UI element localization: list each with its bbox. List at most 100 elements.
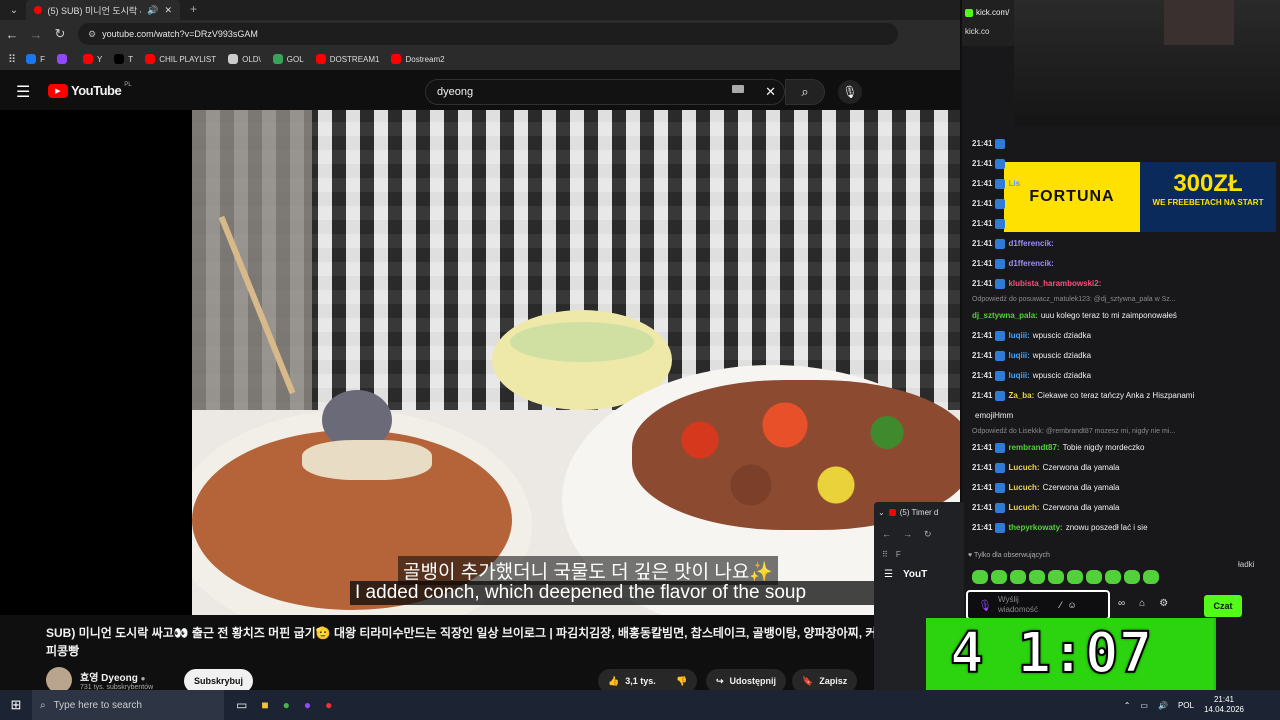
chat-username[interactable]: Lucuch:: [1008, 498, 1039, 518]
mini-facebook-icon[interactable]: F: [896, 550, 901, 559]
taskbar-search[interactable]: ⌕ Type here to search: [32, 690, 224, 720]
site-info-icon[interactable]: ⚙: [88, 29, 96, 40]
chat-message[interactable]: 21:41 Lucuch: Czerwona dla yamala: [962, 458, 1280, 478]
mini-back-icon[interactable]: ←: [882, 529, 891, 540]
mini-tab-list-icon[interactable]: ⌄: [878, 508, 885, 517]
bookmark-item[interactable]: F: [26, 54, 45, 64]
search-input[interactable]: dyeong ✕: [425, 79, 785, 105]
chat-message[interactable]: 21:41 d1fferencik:: [962, 254, 1280, 274]
chat-message[interactable]: emojiHmm: [962, 406, 1280, 426]
bookmark-item[interactable]: [56, 54, 71, 64]
bookmark-item[interactable]: Dostream2: [391, 54, 445, 64]
browser-tab-youtube[interactable]: (5) SUB) 미니언 도시락 싸 🔊 ✕: [26, 0, 180, 20]
tab-list-button[interactable]: ⌄: [2, 0, 26, 22]
chat-message[interactable]: 21:41 luqiii: wpuscic dziadka: [962, 366, 1280, 386]
chat-input[interactable]: 🎙 Wyślij wiadomość ⁄ ☺: [966, 590, 1110, 620]
chat-message[interactable]: 21:41 Lucuch: Czerwona dla yamala: [962, 498, 1280, 518]
chat-message[interactable]: 21:41 Lucuch: Czerwona dla yamala: [962, 478, 1280, 498]
voice-search-button[interactable]: 🎙: [838, 80, 862, 104]
chat-message[interactable]: dj_sztywna_pala: uuu kolego teraz to mi z…: [962, 306, 1280, 326]
commands-icon[interactable]: ⁄: [1060, 600, 1062, 610]
language-indicator[interactable]: POL: [1178, 701, 1194, 710]
menu-icon[interactable]: ☰: [16, 82, 30, 102]
search-button[interactable]: ⌕: [785, 79, 825, 105]
forward-icon[interactable]: →: [24, 22, 48, 46]
microphone-icon[interactable]: 🎙: [978, 599, 992, 612]
emote-icon[interactable]: [972, 570, 988, 584]
chat-username[interactable]: d1fferencik:: [1008, 234, 1053, 254]
task-view-icon[interactable]: ▭: [236, 698, 247, 712]
emote-icon[interactable]: [1048, 570, 1064, 584]
mini-apps-icon[interactable]: ⠿: [882, 550, 888, 559]
chat-message[interactable]: 21:41: [962, 214, 1280, 234]
tray-chevron-icon[interactable]: ⌃: [1124, 701, 1131, 710]
chat-message[interactable]: 21:41 d1fferencik:: [962, 234, 1280, 254]
chat-username[interactable]: luqiii:: [1008, 346, 1029, 366]
bookmark-item[interactable]: DOSTREAM1: [315, 54, 379, 64]
bookmark-item[interactable]: GOL: [272, 54, 304, 64]
chat-message[interactable]: 21:41: [962, 154, 1280, 174]
chat-message[interactable]: 21:41 Lis: [962, 174, 1280, 194]
clock[interactable]: 21:41 14.04.2026: [1204, 695, 1244, 715]
emote-icon[interactable]: [1086, 570, 1102, 584]
mini-reload-icon[interactable]: ↻: [924, 529, 932, 540]
chat-username[interactable]: Za_ba:: [1008, 386, 1034, 406]
clear-search-icon[interactable]: ✕: [765, 84, 776, 100]
chat-username[interactable]: rembrandt87:: [1008, 438, 1059, 458]
chrome-icon[interactable]: ●: [283, 698, 290, 712]
chat-username[interactable]: Lucuch:: [1008, 478, 1039, 498]
settings-icon[interactable]: ⚙: [1159, 598, 1168, 609]
chat-message[interactable]: 21:41 luqiii: wpuscic dziadka: [962, 346, 1280, 366]
mini-menu-icon[interactable]: ☰: [884, 569, 893, 580]
back-icon[interactable]: ←: [0, 22, 24, 46]
chat-username[interactable]: d1fferencik:: [1008, 254, 1053, 274]
chat-username[interactable]: klubista_harambowski2:: [1008, 274, 1101, 294]
bookmark-item[interactable]: T: [114, 54, 133, 64]
kick-tab-label[interactable]: kick.com/: [976, 8, 1009, 17]
keyboard-icon[interactable]: [732, 85, 744, 93]
bookmark-item[interactable]: Y: [82, 54, 102, 64]
bookmark-item[interactable]: OLD\: [228, 54, 261, 64]
volume-icon[interactable]: 🔊: [1158, 701, 1168, 710]
chat-username[interactable]: Lucuch:: [1008, 458, 1039, 478]
chat-username[interactable]: luqiii:: [1008, 366, 1029, 386]
network-icon[interactable]: ▭: [1140, 701, 1148, 710]
emote-icon[interactable]: [1105, 570, 1121, 584]
windows-start-icon[interactable]: ⊞: [0, 690, 32, 720]
emote-icon[interactable]: [991, 570, 1007, 584]
chat-username[interactable]: thepyrkowaty:: [1008, 518, 1062, 538]
bits-icon[interactable]: ∞: [1118, 598, 1125, 609]
chat-message[interactable]: 21:41 thepyrkowaty: znowu poszedł lać i si…: [962, 518, 1280, 538]
chat-message[interactable]: 21:41 klubista_harambowski2:: [962, 274, 1280, 294]
chat-message[interactable]: 21:41: [962, 194, 1280, 214]
chat-username[interactable]: dj_sztywna_pala:: [972, 306, 1038, 326]
chrome-alt-icon[interactable]: ●: [325, 698, 332, 712]
emoji-icon[interactable]: ☺: [1067, 600, 1076, 610]
new-tab-button[interactable]: +: [190, 2, 197, 16]
close-tab-icon[interactable]: ✕: [164, 5, 172, 16]
chat-message[interactable]: 21:41: [962, 134, 1280, 154]
mini-tab-title[interactable]: (5) Timer d: [900, 508, 939, 517]
emote-icon[interactable]: [1124, 570, 1140, 584]
youtube-logo[interactable]: ▶ YouTube PL: [48, 82, 132, 98]
apps-icon[interactable]: ⠿: [8, 53, 16, 66]
file-explorer-icon[interactable]: ■: [261, 698, 268, 712]
emote-icon[interactable]: [1010, 570, 1026, 584]
chrome-profile-icon[interactable]: ●: [304, 698, 311, 712]
gift-icon[interactable]: ⌂: [1139, 598, 1145, 609]
chat-username[interactable]: luqiii:: [1008, 326, 1029, 346]
mini-forward-icon[interactable]: →: [903, 529, 912, 540]
chat-message[interactable]: 21:41 Za_ba: Ciekawe co teraz tańczy Anka …: [962, 386, 1280, 406]
chat-message[interactable]: 21:41 rembrandt87: Tobie nigdy mordeczko: [962, 438, 1280, 458]
emote-icon[interactable]: [1029, 570, 1045, 584]
url-field[interactable]: ⚙ youtube.com/watch?v=DRzV993sGAM: [78, 23, 898, 45]
chat-send-button[interactable]: Czat: [1204, 595, 1242, 617]
bookmark-item[interactable]: CHIL PLAYLIST: [145, 54, 216, 64]
chat-username[interactable]: Lis: [1008, 174, 1020, 194]
emote-icon[interactable]: [1143, 570, 1159, 584]
channel-name[interactable]: 효영 Dyeong ●: [80, 669, 145, 684]
chat-message[interactable]: 21:41 luqiii: wpuscic dziadka: [962, 326, 1280, 346]
reload-icon[interactable]: ↻: [48, 22, 72, 46]
video-player[interactable]: 골뱅이 추가했더니 국물도 더 깊은 맛이 나요✨ I added conch,…: [0, 110, 960, 615]
emote-icon[interactable]: [1067, 570, 1083, 584]
